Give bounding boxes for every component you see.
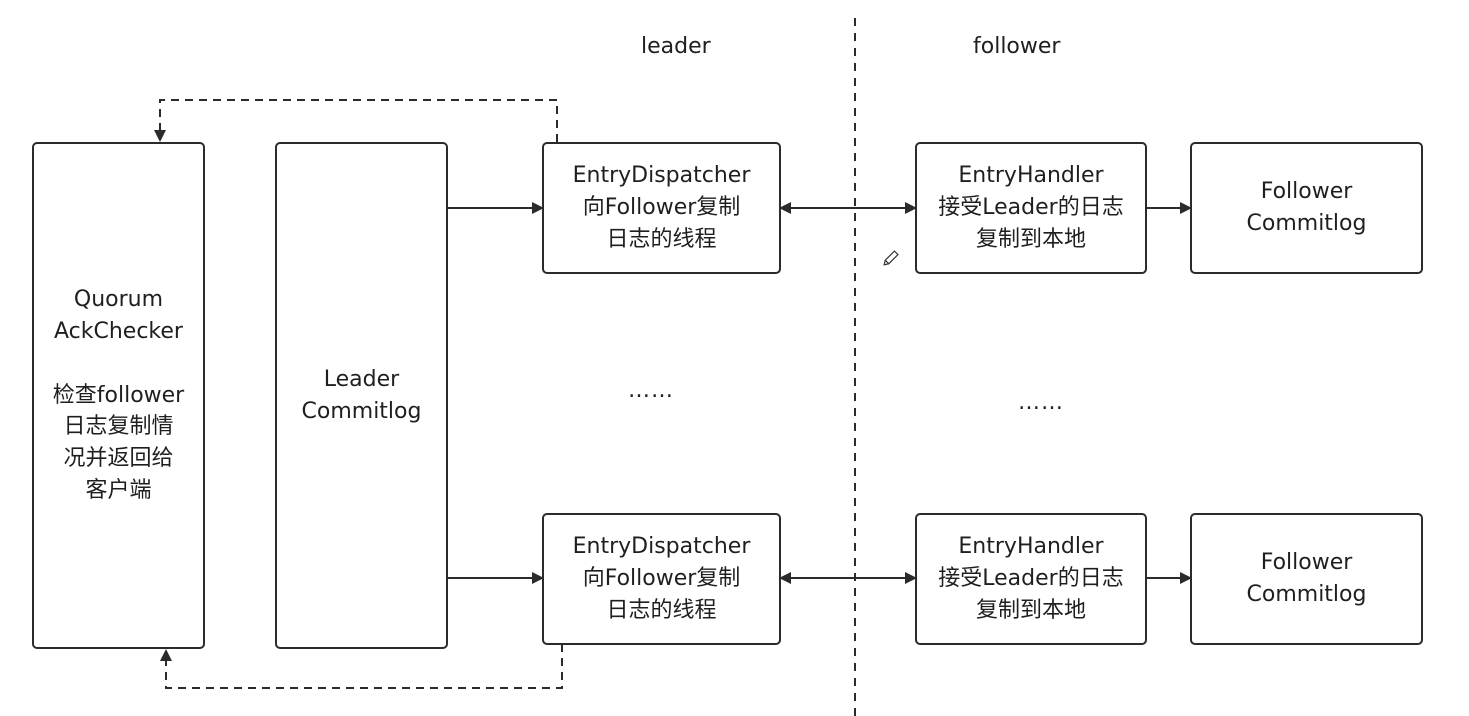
dashed-feedback-bottom: [160, 644, 563, 689]
entry-handler-box-bottom: EntryHandler 接受Leader的日志 复制到本地: [915, 513, 1147, 645]
follower-ellipsis: ……: [1018, 390, 1064, 415]
quorum-ack-checker-box: Quorum AckChecker 检查follower 日志复制情 况并返回给…: [32, 142, 205, 649]
follower-commitlog-box-bottom: Follower Commitlog: [1190, 513, 1423, 645]
follower-section-label: follower: [973, 34, 1061, 59]
dashed-feedback-top: [154, 99, 558, 142]
entry-dispatcher-box-top: EntryDispatcher 向Follower复制 日志的线程: [542, 142, 781, 274]
pencil-icon: [883, 250, 899, 266]
leader-commitlog-box: Leader Commitlog: [275, 142, 448, 649]
leader-section-label: leader: [641, 34, 711, 59]
entry-handler-box-top: EntryHandler 接受Leader的日志 复制到本地: [915, 142, 1147, 274]
follower-commitlog-box-top: Follower Commitlog: [1190, 142, 1423, 274]
diagram-canvas: leader follower Quorum AckChecker 检查foll…: [0, 0, 1469, 716]
leader-ellipsis: ……: [628, 378, 674, 403]
entry-dispatcher-box-bottom: EntryDispatcher 向Follower复制 日志的线程: [542, 513, 781, 645]
